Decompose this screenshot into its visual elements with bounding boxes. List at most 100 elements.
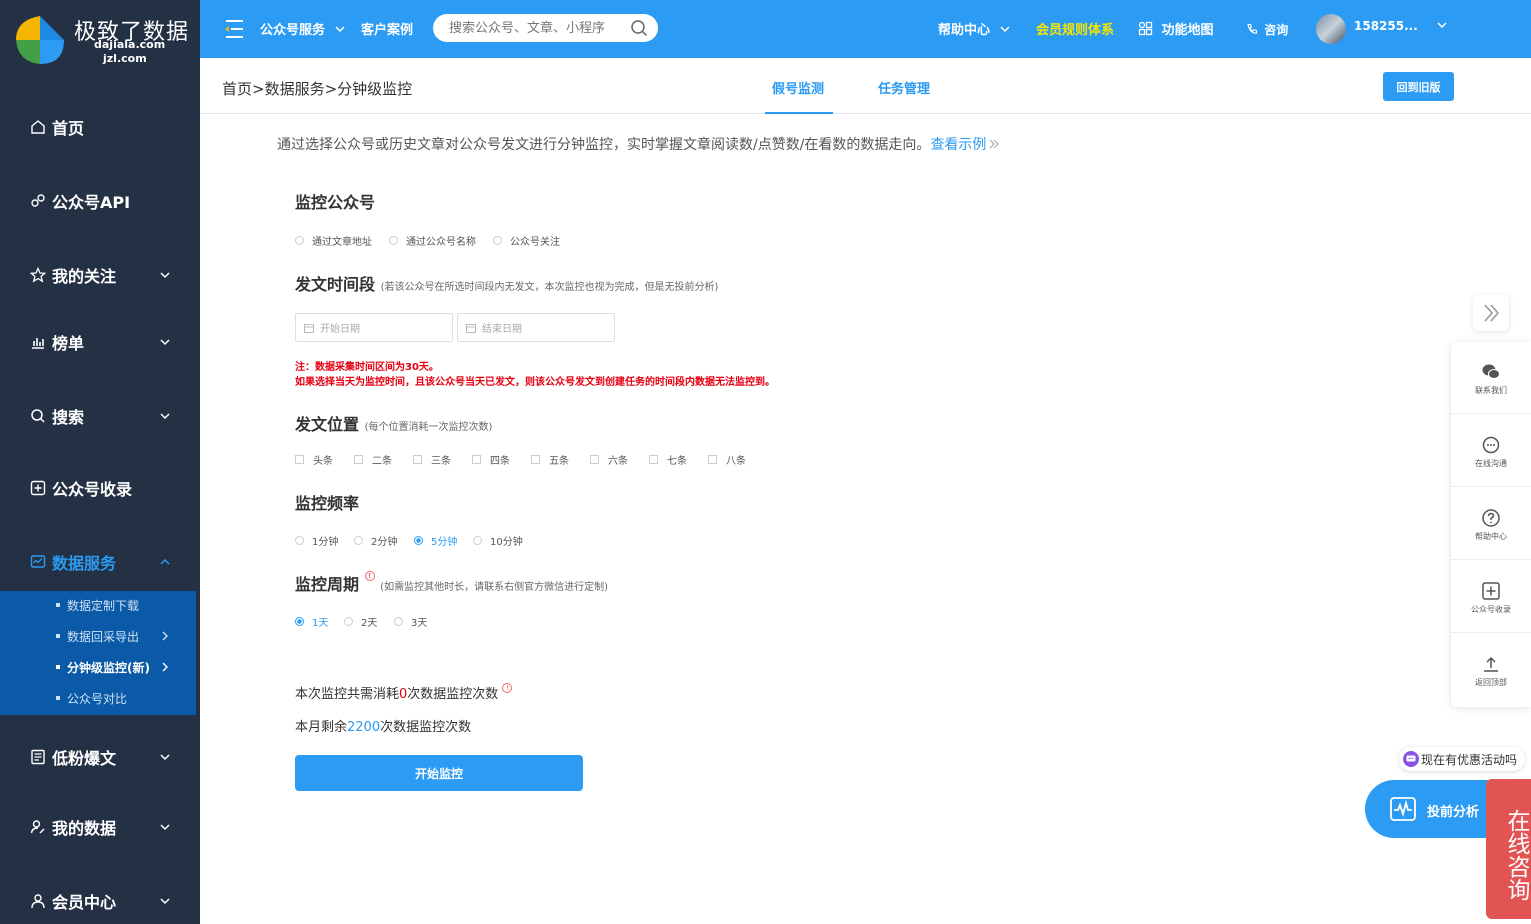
radio-period-1day[interactable]: 1天 (295, 614, 328, 629)
checkbox-position-7[interactable]: 七条 (649, 452, 687, 467)
option-label: 三条 (431, 456, 451, 467)
note-same-day-warning: 如果选择当天为监控时间，且该公众号当天已发文，则该公众号发文到创建任务的时间段内… (295, 377, 775, 388)
radio-icon (394, 617, 403, 626)
radio-period-3day[interactable]: 3天 (394, 614, 427, 629)
back-to-old-version-button[interactable]: 回到旧版 (1383, 72, 1454, 101)
info-icon[interactable]: ! (364, 571, 375, 581)
sidebar-item-api[interactable]: 公众号API (0, 181, 200, 221)
consult-label: 咨询 (1264, 23, 1289, 37)
sub-item-minute-monitor[interactable]: 分钟级监控(新) (56, 655, 186, 679)
checkbox-position-4[interactable]: 四条 (472, 452, 510, 467)
contact-us-button[interactable]: 联系我们 (1451, 342, 1531, 414)
radio-checked-icon (295, 617, 304, 626)
sidebar-item-rank[interactable]: 榜单 (0, 322, 200, 362)
double-chevron-right-icon (1484, 304, 1500, 322)
logo[interactable]: 极致了数据 dajiala.com jzl.com (0, 0, 200, 80)
cases-link[interactable]: 客户案例 (361, 19, 413, 38)
checkbox-position-6[interactable]: 六条 (590, 452, 628, 467)
sidebar-item-include[interactable]: 公众号收录 (0, 468, 200, 508)
bullet-icon (56, 696, 60, 700)
avatar[interactable] (1316, 14, 1346, 44)
option-label: 六条 (608, 456, 628, 467)
service-menu[interactable]: 公众号服务 (260, 19, 346, 38)
sidebar-item-label: 首页 (52, 119, 85, 138)
checkbox-position-1[interactable]: 头条 (295, 452, 333, 467)
service-menu-label: 公众号服务 (260, 23, 326, 38)
search-icon (30, 408, 46, 424)
sub-item-backfill-export[interactable]: 数据回采导出 (56, 624, 186, 648)
chevron-down-icon (160, 339, 170, 346)
promo-question-bubble[interactable]: 现在有优惠活动吗 (1399, 747, 1525, 771)
member-rules-link[interactable]: 会员规则体系 (1036, 19, 1114, 38)
top-bar: 公众号服务 客户案例 帮助中心 会员规则体系 功能地图 咨询 158255... (200, 0, 1531, 58)
help-center-menu[interactable]: 帮助中心 (938, 19, 1011, 38)
chat-icon (1482, 436, 1500, 454)
radio-period-2day[interactable]: 2天 (344, 614, 377, 629)
radio-freq-1min[interactable]: 1分钟 (295, 533, 338, 548)
search-icon[interactable] (630, 19, 648, 37)
radio-followed-account[interactable]: 公众号关注 (493, 233, 560, 248)
feature-map-icon (1138, 21, 1153, 36)
help-center-button[interactable]: 帮助中心 (1451, 488, 1531, 560)
view-example-label: 查看示例 (930, 137, 987, 153)
sidebar-item-follow[interactable]: 我的关注 (0, 255, 200, 295)
checkbox-position-5[interactable]: 五条 (531, 452, 569, 467)
consult-link[interactable]: 咨询 (1246, 21, 1288, 38)
online-chat-button[interactable]: 在线沟通 (1451, 415, 1531, 487)
sidebar-item-home[interactable]: 首页 (0, 107, 200, 147)
start-date-input[interactable]: 开始日期 (295, 313, 453, 342)
user-icon (30, 893, 46, 909)
sidebar-item-low-fans[interactable]: 低粉爆文 (0, 737, 200, 777)
start-monitor-button[interactable]: 开始监控 (295, 755, 583, 791)
sidebar-item-label: 公众号收录 (52, 480, 133, 499)
radio-by-account-name[interactable]: 通过公众号名称 (389, 233, 476, 248)
info-icon[interactable]: ! (502, 683, 513, 693)
online-consult-tab[interactable]: 在线咨询 (1486, 779, 1531, 919)
checkbox-icon (413, 455, 422, 464)
sub-header: 首页>数据服务>分钟级监控 假号监测 任务管理 回到旧版 (200, 58, 1531, 114)
pre-publish-analysis-label: 投前分析 (1427, 805, 1480, 820)
checkbox-position-2[interactable]: 二条 (354, 452, 392, 467)
checkbox-position-8[interactable]: 八条 (708, 452, 746, 467)
usage-remain-prefix: 本月剩余 (295, 720, 348, 735)
sub-item-account-compare[interactable]: 公众号对比 (56, 686, 186, 710)
feature-map-link[interactable]: 功能地图 (1138, 19, 1214, 38)
option-label: 10分钟 (490, 537, 523, 548)
end-date-input[interactable]: 结束日期 (457, 313, 615, 342)
chevron-down-icon (160, 898, 170, 905)
note-collection-range: 注：数据采集时间区间为30天。 (295, 362, 439, 373)
radio-icon (354, 536, 363, 545)
sub-item-custom-download[interactable]: 数据定制下载 (56, 593, 186, 617)
option-label: 公众号关注 (510, 237, 560, 248)
back-to-top-button[interactable]: 返回顶部 (1451, 634, 1531, 706)
chevron-down-icon (1437, 22, 1447, 29)
option-label: 头条 (313, 456, 333, 467)
radio-freq-2min[interactable]: 2分钟 (354, 533, 397, 548)
user-menu[interactable]: 158255... (1354, 19, 1448, 33)
sidebar-item-data-service[interactable]: 数据服务 (0, 542, 200, 582)
radio-freq-10min[interactable]: 10分钟 (473, 533, 523, 548)
sidebar-item-label: 我的数据 (52, 819, 117, 838)
radio-by-article-url[interactable]: 通过文章地址 (295, 233, 372, 248)
collapse-panel-button[interactable] (1473, 295, 1509, 331)
sidebar-item-search[interactable]: 搜索 (0, 396, 200, 436)
radio-icon (295, 236, 304, 245)
radio-freq-5min[interactable]: 5分钟 (414, 533, 457, 548)
search-input[interactable] (449, 19, 619, 37)
tab-task-management[interactable]: 任务管理 (878, 78, 930, 97)
section-title-position: 发文位置 (每个位置消耗一次监控次数) (295, 411, 492, 435)
sidebar-item-label: 我的关注 (52, 267, 117, 286)
brand-domain-1: dajiala.com (94, 38, 166, 51)
option-label: 1分钟 (312, 537, 339, 548)
sidebar-item-member[interactable]: 会员中心 (0, 881, 200, 921)
account-include-button[interactable]: 公众号收录 (1451, 561, 1531, 633)
breadcrumb[interactable]: 首页>数据服务>分钟级监控 (222, 78, 412, 99)
view-example-link[interactable]: 查看示例 (930, 137, 1000, 153)
menu-toggle-icon[interactable] (224, 18, 244, 40)
tab-fake-account-monitor[interactable]: 假号监测 (772, 78, 824, 97)
sub-item-label: 分钟级监控(新) (67, 660, 150, 675)
right-float-panel: 联系我们 在线沟通 帮助中心 公众号收录 返回顶部 (1451, 342, 1531, 707)
checkbox-position-3[interactable]: 三条 (413, 452, 451, 467)
sidebar-item-my-data[interactable]: 我的数据 (0, 807, 200, 847)
sidebar-item-label: 搜索 (52, 408, 85, 427)
